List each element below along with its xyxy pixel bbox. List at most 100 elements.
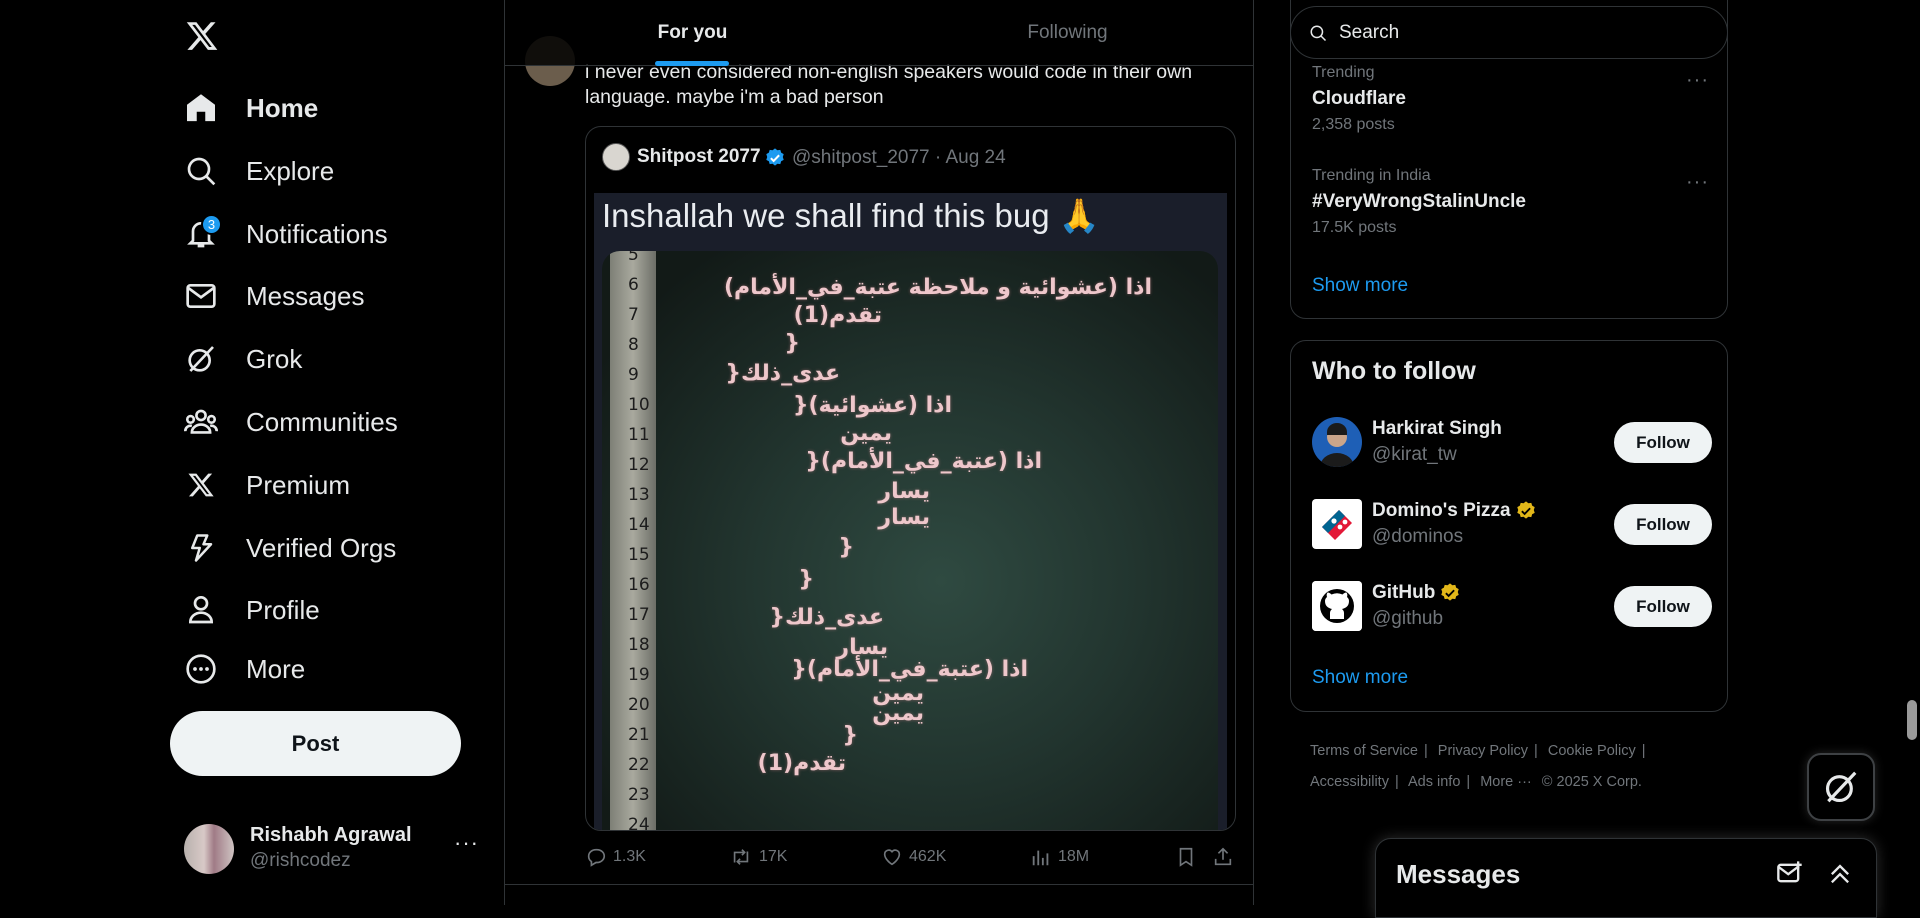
post-text: i never even considered non-english spea… (585, 61, 1193, 108)
tab-following[interactable]: Following (880, 0, 1253, 66)
nav-label: More (246, 653, 306, 684)
post-button[interactable]: Post (170, 711, 461, 776)
code-line: اذا (عشوائية و ملاحظة عتبة_في_الأمام) (723, 275, 1152, 300)
who-to-follow-panel: Who to follow Harkirat Singh @kirat_tw F… (1290, 340, 1728, 712)
share-button[interactable] (1212, 846, 1240, 868)
account-handle: @rishcodez (250, 850, 351, 871)
tab-label: For you (657, 22, 728, 43)
follow-suggestion[interactable]: GitHub @github Follow (1312, 581, 1712, 633)
avatar[interactable] (602, 143, 630, 171)
dominos-logo-icon[interactable] (1312, 499, 1362, 549)
nav-home[interactable]: Home (180, 82, 318, 134)
more-horizontal-icon[interactable]: ··· (1686, 171, 1709, 194)
account-switcher[interactable]: Rishabh Agrawal @rishcodez ··· (184, 820, 484, 878)
x-logo-icon[interactable] (180, 14, 224, 58)
footer-link-cookie[interactable]: Cookie Policy (1548, 743, 1636, 759)
search-input[interactable]: Search (1339, 22, 1399, 44)
more-horizontal-icon[interactable]: ··· (454, 830, 479, 856)
double-chevron-up-icon[interactable] (1826, 859, 1854, 887)
code-line: اذا (عتبة_في_الأمام){ (791, 657, 1028, 682)
repost-icon (733, 849, 749, 865)
footer-link-accessibility[interactable]: Accessibility (1310, 774, 1389, 790)
separator: | (1534, 743, 1538, 759)
nav-explore[interactable]: Explore (180, 145, 334, 197)
quoted-post[interactable]: Shitpost 2077 @shitpost_2077 · Aug 24 In… (585, 126, 1236, 831)
trend-post-count: 2,358 posts (1312, 116, 1395, 133)
communities-icon (180, 401, 222, 443)
avatar[interactable] (1312, 417, 1362, 467)
notification-badge: 3 (201, 214, 222, 235)
nav-label: Profile (246, 594, 320, 625)
follow-button[interactable]: Follow (1614, 504, 1712, 545)
quoted-author-meta: @shitpost_2077 · Aug 24 (792, 147, 1006, 169)
footer-link-terms[interactable]: Terms of Service (1310, 743, 1418, 759)
footer-link-privacy[interactable]: Privacy Policy (1438, 743, 1528, 759)
nav-messages[interactable]: Messages (180, 270, 365, 322)
grok-float-button[interactable] (1807, 753, 1875, 821)
code-line: اذا (عتبة_في_الأمام){ (805, 449, 1042, 474)
nav-notifications[interactable]: 3 Notifications (180, 208, 388, 260)
messages-drawer[interactable]: Messages (1375, 838, 1877, 918)
views-button[interactable]: 18M (1030, 846, 1089, 868)
quoted-author-name[interactable]: Shitpost 2077 (637, 146, 761, 168)
nav-more[interactable]: More (180, 643, 305, 695)
bookmark-button[interactable] (1175, 846, 1203, 868)
code-line: يمين (840, 421, 892, 446)
code-photo[interactable]: 5 6 7 8 9 10 11 12 13 14 15 16 17 18 19 20 21 22 23 24 اذا … (602, 251, 1218, 831)
suggestion-name-text: Domino's Pizza (1372, 500, 1511, 521)
follow-button[interactable]: Follow (1614, 586, 1712, 627)
code-line: يسار (878, 479, 930, 504)
nav-label: Explore (246, 155, 335, 186)
code-line: عدى_ذلك{ (769, 605, 884, 630)
reply-icon (587, 848, 606, 867)
tab-label: Following (1027, 22, 1108, 43)
search-icon (180, 150, 222, 192)
code-line: } (838, 535, 854, 560)
meme-caption: Inshallah we shall find this bug 🙏 (602, 197, 1100, 234)
trend-item[interactable]: Trending Cloudflare 2,358 posts (1312, 64, 1406, 134)
code-line: يسار (878, 505, 930, 530)
quoted-media[interactable]: Inshallah we shall find this bug 🙏 56789… (594, 193, 1227, 831)
reply-button[interactable]: 1.3K (585, 846, 646, 868)
who-to-follow-show-more-link[interactable]: Show more (1312, 667, 1408, 689)
trend-category: Trending in India (1312, 167, 1431, 184)
repost-button[interactable]: 17K (729, 846, 787, 868)
trends-show-more-link[interactable]: Show more (1312, 275, 1408, 297)
grok-icon (1825, 771, 1857, 803)
nav-label: Communities (246, 406, 398, 437)
nav-label: Verified Orgs (246, 532, 397, 563)
footer-link-ads-info[interactable]: Ads info (1408, 774, 1460, 790)
suggestion-name: Harkirat Singh (1372, 418, 1502, 440)
separator: | (1423, 743, 1428, 759)
code-line: } (784, 331, 800, 356)
nav-profile[interactable]: Profile (180, 584, 320, 636)
code-line: تقدم(1) (793, 303, 882, 328)
nav-verified-orgs[interactable]: Verified Orgs (180, 522, 396, 574)
code-line: تقدم(1) (757, 751, 846, 776)
nav-communities[interactable]: Communities (180, 396, 398, 448)
footer-links: Terms of Service | Privacy Policy | Cookie… (1310, 736, 1730, 798)
line-number: 24 (628, 815, 650, 831)
mail-icon (180, 275, 222, 317)
like-button[interactable]: 462K (881, 846, 946, 868)
nav-label: Notifications (246, 218, 388, 249)
follow-button[interactable]: Follow (1614, 422, 1712, 463)
trend-item[interactable]: Trending in India #VeryWrongStalinUncle … (1312, 167, 1526, 237)
nav-grok[interactable]: Grok (180, 333, 302, 385)
verified-gold-icon (1441, 583, 1460, 601)
trend-post-count: 17.5K posts (1312, 219, 1397, 236)
github-logo-icon[interactable] (1312, 581, 1362, 631)
person-icon (180, 589, 222, 631)
follow-suggestion[interactable]: Harkirat Singh @kirat_tw Follow (1312, 417, 1712, 469)
more-horizontal-icon[interactable]: ··· (1686, 69, 1709, 92)
quoted-post-date[interactable]: · Aug 24 (935, 147, 1006, 168)
scrollbar[interactable] (1904, 0, 1920, 905)
nav-label: Home (246, 92, 319, 123)
search-bar[interactable]: Search (1290, 6, 1728, 59)
tab-for-you[interactable]: For you (505, 0, 880, 66)
nav-premium[interactable]: Premium (180, 459, 350, 511)
follow-suggestion[interactable]: Domino's Pizza @dominos Follow (1312, 499, 1712, 551)
new-message-icon[interactable] (1776, 859, 1804, 887)
scrollbar-thumb[interactable] (1907, 700, 1917, 740)
footer-link-more[interactable]: More ··· (1480, 774, 1532, 790)
